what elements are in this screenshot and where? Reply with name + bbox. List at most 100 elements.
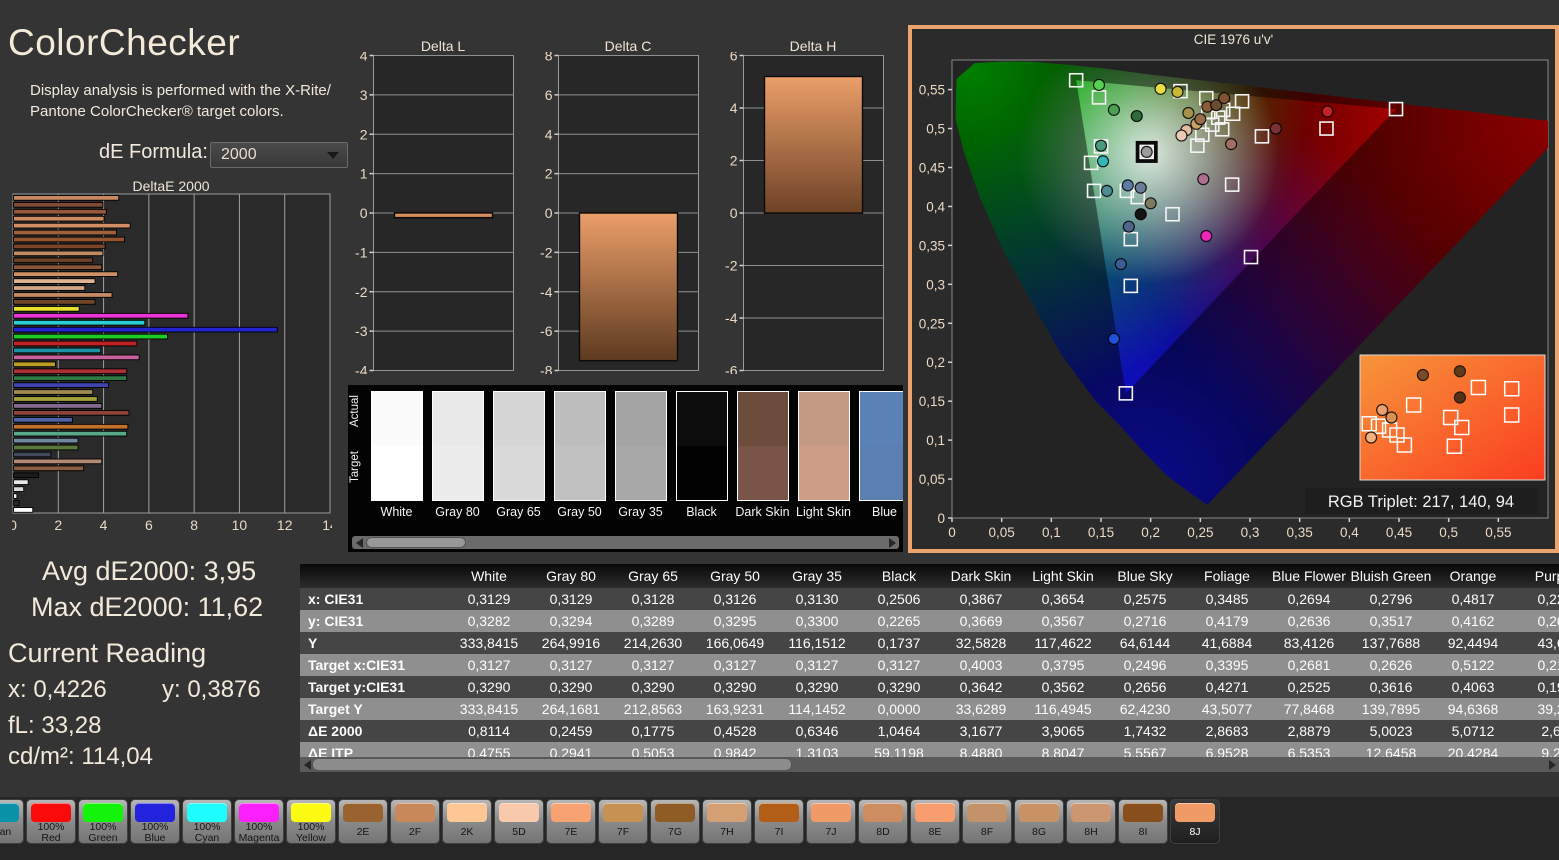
svg-text:0,3: 0,3: [926, 277, 945, 292]
svg-text:0,4: 0,4: [1340, 525, 1359, 540]
scroll-left-arrow-icon[interactable]: [353, 537, 365, 548]
table-cell: 0,3654: [1022, 588, 1104, 610]
patch-label: 7I: [755, 822, 803, 843]
actual-swatch: [494, 392, 544, 446]
de-formula-dropdown[interactable]: 2000: [210, 142, 348, 168]
patch-button-7f[interactable]: 7F: [598, 799, 648, 844]
scroll-right-arrow-icon[interactable]: [886, 537, 898, 548]
measurement-marker: [1183, 107, 1194, 118]
patch-button-7h[interactable]: 7H: [702, 799, 752, 844]
swatch-white: White: [366, 391, 427, 519]
table-cell: 0,2265: [858, 610, 940, 632]
delta-c-chart: 86420-2-4-6-8: [525, 52, 701, 379]
patch-button-2e[interactable]: 2E: [338, 799, 388, 844]
patch-color-swatch: [0, 803, 19, 822]
table-cell: 94,6368: [1432, 698, 1514, 720]
measurement-marker: [1122, 180, 1133, 191]
swatch-gray-80: Gray 80: [427, 391, 488, 519]
patch-button-100-blue[interactable]: 100% Blue: [130, 799, 180, 844]
patch-label: 8J: [1171, 822, 1219, 843]
svg-text:2: 2: [545, 166, 553, 182]
swatch-black: Black: [671, 391, 732, 519]
measurement-marker: [1172, 86, 1183, 97]
patch-button-2f[interactable]: 2F: [390, 799, 440, 844]
patch-button-8g[interactable]: 8G: [1014, 799, 1064, 844]
scroll-left-arrow-icon[interactable]: [301, 758, 313, 771]
patch-button-100-magenta[interactable]: 100% Magenta: [234, 799, 284, 844]
patch-button-7j[interactable]: 7J: [806, 799, 856, 844]
target-swatch: [738, 446, 788, 500]
svg-text:6: 6: [545, 87, 553, 103]
table-cell: 41,6884: [1186, 632, 1268, 654]
table-cell: 0,3129: [530, 588, 612, 610]
cie-chart-title: CIE 1976 u'v': [912, 32, 1555, 47]
patch-color-swatch: [811, 803, 851, 822]
table-cell: 0,3282: [448, 610, 530, 632]
column-header: Dark Skin: [940, 564, 1022, 588]
reading-y: y: 0,3876: [162, 676, 261, 704]
table-cell: 0,3290: [694, 676, 776, 698]
table-cell: 0,4162: [1432, 610, 1514, 632]
svg-text:0,1: 0,1: [926, 433, 945, 448]
scroll-right-arrow-icon[interactable]: [1546, 758, 1558, 771]
table-cell: 43,67: [1514, 632, 1559, 654]
patch-button-100-yellow[interactable]: 100% Yellow: [286, 799, 336, 844]
svg-text:-2: -2: [355, 284, 368, 300]
scrollbar-thumb[interactable]: [312, 758, 792, 771]
svg-text:0,25: 0,25: [1187, 525, 1213, 540]
measurement-marker: [1454, 392, 1465, 403]
column-header: Gray 50: [694, 564, 776, 588]
patch-button-8e[interactable]: 8E: [910, 799, 960, 844]
table-scrollbar[interactable]: [300, 757, 1559, 772]
target-swatch: [433, 446, 483, 500]
row-label: Target x:CIE31: [300, 654, 448, 676]
patch-button-7i[interactable]: 7I: [754, 799, 804, 844]
svg-text:-2: -2: [540, 244, 553, 260]
swatch-strip-scrollbar[interactable]: [352, 536, 899, 549]
patch-button-cyan[interactable]: Cyan: [0, 799, 24, 844]
measurement-marker: [1201, 231, 1212, 242]
patch-button-100-green[interactable]: 100% Green: [78, 799, 128, 844]
patch-button-8f[interactable]: 8F: [962, 799, 1012, 844]
actual-row-label: Actual: [349, 411, 361, 427]
measurement-marker: [1101, 185, 1112, 196]
svg-text:0,35: 0,35: [1287, 525, 1313, 540]
patch-button-7g[interactable]: 7G: [650, 799, 700, 844]
table-cell: 0,2575: [1104, 588, 1186, 610]
table-cell: 0,4271: [1186, 676, 1268, 698]
svg-text:-4: -4: [355, 363, 368, 375]
patch-label: 7H: [703, 822, 751, 843]
target-swatch: [860, 446, 904, 500]
table-cell: 116,4945: [1022, 698, 1104, 720]
deltae-chart-title: DeltaE 2000: [12, 178, 330, 194]
measurement-marker: [1195, 114, 1206, 125]
scrollbar-thumb[interactable]: [366, 537, 466, 548]
table-cell: 77,8468: [1268, 698, 1350, 720]
swatch-label: Light Skin: [793, 505, 854, 519]
swatch-strip: Actual Target WhiteGray 80Gray 65Gray 50…: [348, 385, 903, 552]
table-cell: 0,3127: [448, 654, 530, 676]
reading-cdm2: cd/m²: 114,04: [8, 743, 153, 771]
svg-text:-2: -2: [725, 258, 738, 274]
table-cell: 0,3290: [612, 676, 694, 698]
row-label: Target Y: [300, 698, 448, 720]
patch-color-swatch: [31, 803, 71, 822]
patch-button-7e[interactable]: 7E: [546, 799, 596, 844]
measurement-marker: [1219, 93, 1230, 104]
patch-button-8h[interactable]: 8H: [1066, 799, 1116, 844]
patch-button-8j[interactable]: 8J: [1170, 799, 1220, 844]
patch-button-100-red[interactable]: 100% Red: [26, 799, 76, 844]
measurement-marker: [1270, 123, 1281, 134]
patch-color-swatch: [1175, 803, 1215, 822]
table-cell: 0,1737: [858, 632, 940, 654]
table-row: Target x:CIE310,31270,31270,31270,31270,…: [300, 654, 1559, 676]
patch-button-8i[interactable]: 8I: [1118, 799, 1168, 844]
patch-button-100-cyan[interactable]: 100% Cyan: [182, 799, 232, 844]
patch-button-8d[interactable]: 8D: [858, 799, 908, 844]
patch-button-5d[interactable]: 5D: [494, 799, 544, 844]
table-cell: 0,3485: [1186, 588, 1268, 610]
swatch-label: Blue: [854, 505, 903, 519]
table-cell: 83,4126: [1268, 632, 1350, 654]
table-cell: 0,3290: [858, 676, 940, 698]
patch-button-2k[interactable]: 2K: [442, 799, 492, 844]
